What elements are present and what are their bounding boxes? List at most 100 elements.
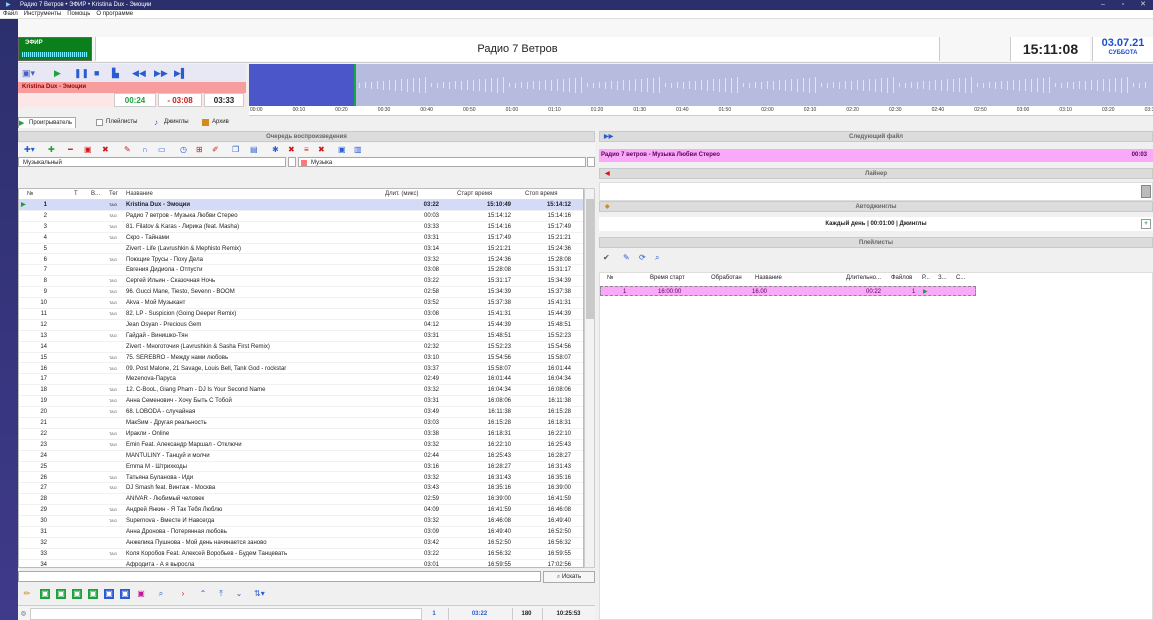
playlist-row[interactable]: 1 16:00:00 16.00 00:22 1 ▶ xyxy=(600,286,976,296)
col-v[interactable]: В... xyxy=(91,189,100,200)
scroll-thumb[interactable] xyxy=(586,199,594,319)
close-red-icon[interactable]: ✖ xyxy=(318,145,325,154)
table-row[interactable]: 29 TAG Андрей Янкин - Я Так Тебя Люблю 04:0… xyxy=(19,505,583,517)
col-duration[interactable]: Длит. (микс) xyxy=(385,189,419,200)
search-input[interactable] xyxy=(18,571,541,582)
edit-pl-icon[interactable]: ✎ xyxy=(623,253,630,262)
play-icon[interactable]: ▶ xyxy=(54,67,61,79)
minimize-button[interactable]: – xyxy=(1093,0,1113,10)
table-row[interactable]: 4 TAG Скро - Тайнами 03:31 15:17:49 15:21:21 xyxy=(19,233,583,244)
blue-square-1-icon[interactable]: ▣ xyxy=(104,589,114,599)
filter-checkbox-left[interactable] xyxy=(288,157,296,167)
pl-col-s[interactable]: С... xyxy=(956,275,965,281)
table-row[interactable]: 34 Афродита - А я выросла 03:01 16:59:55 17:… xyxy=(19,560,583,567)
marker-icon[interactable]: ▙ xyxy=(112,67,119,79)
pause-icon[interactable]: ❚❚ xyxy=(74,67,89,79)
table-row[interactable]: 24 MANTULINY - Танцуй и молчи 02:44 16:25:4… xyxy=(19,451,583,462)
paste-icon[interactable]: ▤ xyxy=(250,145,258,154)
close-button[interactable]: ✕ xyxy=(1133,0,1153,10)
table-row[interactable]: 30 TAG Supernova - Вместе И Навсегда 03:32 1… xyxy=(19,516,583,527)
table-row[interactable]: 8 TAG Сергей Ильин - Сказочная Ночь 03:22 15… xyxy=(19,276,583,288)
filter-checkbox-right[interactable] xyxy=(587,157,595,167)
next-red-icon[interactable]: › xyxy=(178,589,188,599)
forward-icon[interactable]: ▶▶ xyxy=(154,67,168,79)
pl-col-start[interactable]: Время старт xyxy=(650,275,685,281)
up-icon[interactable]: ⌃ xyxy=(198,589,208,599)
list-remove-icon[interactable]: ≡ xyxy=(304,145,309,154)
pl-col-r[interactable]: Р... xyxy=(922,275,930,281)
pl-col-duration[interactable]: Длительно... xyxy=(846,275,881,281)
playhead[interactable] xyxy=(354,64,356,106)
green-square-3-icon[interactable]: ▣ xyxy=(72,589,82,599)
col-start[interactable]: Старт время xyxy=(457,189,492,200)
down-icon[interactable]: ⌄ xyxy=(234,589,244,599)
top-icon[interactable]: ⤒ xyxy=(216,589,226,599)
next-file-row[interactable]: Радио 7 ветров - Музыка Любви Стерео 00:0… xyxy=(599,149,1153,162)
waveform[interactable] xyxy=(249,64,1153,106)
monitor-icon[interactable]: ▭ xyxy=(158,145,166,154)
green-square-1-icon[interactable]: ▣ xyxy=(40,589,50,599)
tab-playlists[interactable]: Плейлисты xyxy=(96,117,156,128)
next-icon[interactable]: ▶▌ xyxy=(174,67,187,79)
green-square-2-icon[interactable]: ▣ xyxy=(56,589,66,599)
find-icon[interactable]: ⌕ xyxy=(156,589,166,599)
col-type[interactable]: Т xyxy=(74,189,78,200)
pencil-icon[interactable]: ✏ xyxy=(22,589,32,599)
refresh-icon[interactable]: ⟳ xyxy=(639,253,646,262)
table-row[interactable]: 23 TAG Emin Feat. Александр Маршал - Отклю… xyxy=(19,440,583,451)
pen-icon[interactable]: ✐ xyxy=(212,145,219,154)
table-row[interactable]: 31 Анна Дронова - Потерянная любовь 03:09 1… xyxy=(19,527,583,538)
filter-select-right[interactable]: Музыка xyxy=(298,157,586,167)
copy-icon[interactable]: ❐ xyxy=(232,145,239,154)
clock-icon[interactable]: ◷ xyxy=(180,145,187,154)
tab-archive[interactable]: Архив xyxy=(202,117,252,128)
col-number[interactable]: № xyxy=(27,189,33,200)
blue-square-2-icon[interactable]: ▣ xyxy=(120,589,130,599)
pl-col-number[interactable]: № xyxy=(607,275,613,281)
table-row[interactable]: 2 TAG Радио 7 ветров - Музыка Любви Стерео… xyxy=(19,211,583,222)
table-row[interactable]: 32 Анжелика Пушнова - Мой день начинается… xyxy=(19,538,583,549)
menu-about[interactable]: О программе xyxy=(93,10,136,19)
table-row[interactable]: 19 TAG Анна Семенович - Хочу Быть С Тобой 0… xyxy=(19,396,583,408)
autojingles-add-icon[interactable]: + xyxy=(1141,219,1151,229)
table-row[interactable]: 16 TAG 09. Post Malone, 21 Savage, Louis B… xyxy=(19,364,583,375)
liner-button[interactable] xyxy=(1141,185,1151,198)
table-row[interactable]: 1 TAG Kristina Dux - Эмоции 03:22 15:10:49 15… xyxy=(19,200,583,211)
edit-icon[interactable]: ✎ xyxy=(124,145,131,154)
filter-select-left[interactable]: Музыкальный xyxy=(18,157,286,167)
print-icon[interactable]: ▥ xyxy=(354,145,362,154)
table-row[interactable]: 21 МакSим - Другая реальность 03:03 16:15:2… xyxy=(19,418,583,429)
table-row[interactable]: 6 TAG Поющие Трусы - Поху Дела 03:32 15:24:3… xyxy=(19,255,583,266)
mode-icon[interactable]: ▣▾ xyxy=(22,67,35,79)
table-row[interactable]: 13 TAG Гайдай - Винишко-Тян 03:31 15:48:51 15… xyxy=(19,331,583,342)
table-row[interactable]: 33 TAG Коля Коробов Feat. Алексей Воробьев… xyxy=(19,549,583,560)
menu-file[interactable]: Файл xyxy=(0,10,21,19)
table-row[interactable]: 28 ANIVAR - Любимый человек 02:59 16:39:00 1… xyxy=(19,494,583,506)
pl-col-z[interactable]: З... xyxy=(938,275,947,281)
loop-icon[interactable]: ∩ xyxy=(142,145,148,154)
table-row[interactable]: 12 Jean Osyan - Precious Gem 04:12 15:44:39… xyxy=(19,320,583,331)
col-tag[interactable]: Тег xyxy=(109,189,118,200)
menu-tools[interactable]: Инструменты xyxy=(21,10,64,19)
pl-col-processed[interactable]: Обработан xyxy=(711,275,742,281)
tab-player[interactable]: ▶ Проигрыватель xyxy=(18,117,76,128)
mix-icon[interactable]: ✱ xyxy=(272,145,279,154)
col-stop[interactable]: Стоп время xyxy=(525,189,558,200)
search-button[interactable]: ⌕ Искать xyxy=(543,571,595,583)
pl-play-icon[interactable]: ▶ xyxy=(923,287,928,297)
remove-icon[interactable]: ━ xyxy=(68,145,73,154)
table-row[interactable]: 7 Евгения Дидиолa - Отпусти 03:08 15:28:08 1… xyxy=(19,265,583,277)
table-row[interactable]: 15 TAG 75. SEREBRO - Между нами любовь 03:1… xyxy=(19,353,583,364)
check-icon[interactable]: ✔ xyxy=(603,253,610,262)
table-row[interactable]: 3 TAG 81. Filatov & Karas - Лирика (feat. … xyxy=(19,222,583,233)
maximize-button[interactable]: ▫ xyxy=(1113,0,1133,10)
table-row[interactable]: 17 Mezenova-Паруса 02:49 16:01:44 16:04:34 xyxy=(19,374,583,386)
table-row[interactable]: 11 TAG 82. LP - Suspicion (Going Deeper Re… xyxy=(19,309,583,320)
queue-scrollbar[interactable] xyxy=(584,188,595,568)
table-row[interactable]: 10 TAG Akva - Мой Музыкант 03:52 15:37:38 15:… xyxy=(19,298,583,309)
sort-icon[interactable]: ⇅▾ xyxy=(254,589,265,599)
save-red-icon[interactable]: ▣ xyxy=(84,145,92,154)
add-green-icon[interactable]: ✚ xyxy=(48,145,55,154)
table-row[interactable]: 27 TAG DJ Smash feat. Винтаж - Москва 03:43… xyxy=(19,483,583,495)
pl-col-name[interactable]: Название xyxy=(755,275,782,281)
